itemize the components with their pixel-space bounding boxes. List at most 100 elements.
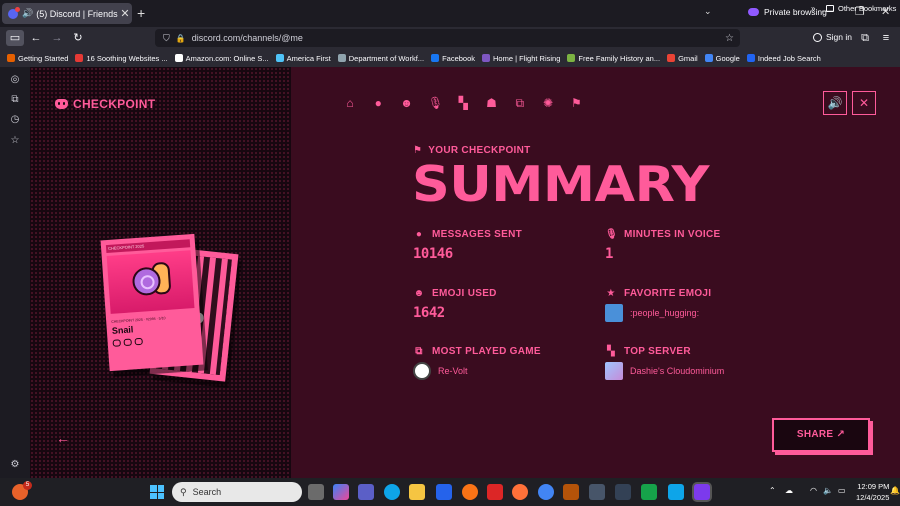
teams-icon[interactable] bbox=[358, 484, 374, 500]
store-icon[interactable] bbox=[436, 484, 452, 500]
bookmark-favicon-icon bbox=[275, 54, 284, 62]
bookmark-favicon-icon bbox=[482, 54, 490, 62]
bookmark-label: Getting Started bbox=[18, 53, 69, 63]
synced-tabs-icon[interactable]: ⧉ bbox=[9, 94, 21, 106]
bookmark-favicon-icon bbox=[7, 54, 15, 62]
notifications-icon[interactable]: 🔔 bbox=[890, 486, 900, 495]
onedrive-icon[interactable]: ☁ bbox=[785, 486, 793, 495]
file-explorer-icon[interactable] bbox=[409, 484, 425, 500]
bookmark-label: 16 Soothing Websites ... bbox=[86, 53, 168, 63]
app-icon[interactable] bbox=[641, 484, 657, 500]
folder-icon bbox=[826, 5, 834, 12]
checkpoint-nav: ⌂ ● ☻ 🎙 ▚ ☗ ⧉ ✺ ⚑ bbox=[343, 96, 598, 110]
message-bubble-icon[interactable]: ● bbox=[371, 96, 385, 110]
more-bookmarks-icon[interactable]: » bbox=[811, 4, 815, 13]
back-icon[interactable]: ← bbox=[27, 30, 45, 46]
app-icon[interactable] bbox=[668, 484, 684, 500]
url-text[interactable]: discord.com/channels/@me bbox=[192, 33, 725, 43]
history-icon[interactable]: ◷ bbox=[9, 114, 21, 126]
lock-icon[interactable]: 🔒 bbox=[176, 34, 186, 43]
bookmark-item[interactable]: Department of Workf... bbox=[337, 54, 424, 63]
bookmark-item[interactable]: Gmail bbox=[667, 54, 698, 63]
bookmark-item[interactable]: Facebook bbox=[431, 54, 475, 63]
speaker-icon[interactable]: 🔊 bbox=[22, 8, 33, 19]
close-tab-icon[interactable]: ✕ bbox=[118, 7, 132, 20]
other-bookmarks-folder[interactable]: Other Bookmarks bbox=[826, 4, 896, 13]
close-button[interactable]: ✕ bbox=[852, 91, 876, 115]
firefox-icon[interactable] bbox=[512, 484, 528, 500]
flag-icon[interactable]: ⚑ bbox=[569, 96, 583, 110]
customize-sidebar-icon[interactable]: ⚙ bbox=[9, 459, 21, 471]
bookmark-item[interactable]: 16 Soothing Websites ... bbox=[75, 53, 168, 63]
menu-icon[interactable]: ≡ bbox=[877, 30, 895, 46]
smiley-icon[interactable]: ☻ bbox=[400, 96, 414, 110]
gamepad-icon: ⧉ bbox=[415, 346, 423, 357]
page-title: SUMMARY bbox=[412, 156, 710, 213]
copilot-icon[interactable] bbox=[333, 484, 349, 500]
card-panel: CHECKPOINT CHECKPOINT 2025 CHECKPOINT 20… bbox=[30, 67, 291, 478]
taskbar-search[interactable]: ⚲ Search bbox=[172, 482, 302, 502]
message-bubble-icon: ● bbox=[415, 229, 423, 240]
bookmarks-icon[interactable]: ☆ bbox=[9, 135, 21, 147]
home-icon[interactable]: ⌂ bbox=[343, 96, 357, 110]
app-icon[interactable] bbox=[615, 484, 631, 500]
stat-value: :people_hugging: bbox=[630, 308, 700, 318]
friends-icon[interactable]: ☗ bbox=[484, 96, 498, 110]
badge-icon bbox=[123, 338, 132, 347]
stat-label: TOP SERVER bbox=[624, 346, 691, 357]
task-view-icon[interactable] bbox=[308, 484, 324, 500]
edge-icon[interactable] bbox=[384, 484, 400, 500]
list-tabs-icon[interactable]: ⌄ bbox=[704, 6, 712, 17]
bookmark-item[interactable]: Indeed Job Search bbox=[746, 53, 821, 63]
new-tab-icon[interactable]: + bbox=[137, 5, 145, 21]
microphone-icon: 🎙 bbox=[605, 229, 618, 240]
taskbar-clock[interactable]: 12:09 PM 12/4/2025 bbox=[856, 481, 889, 503]
app-icon[interactable] bbox=[563, 484, 579, 500]
stat-label: FAVORITE EMOJI bbox=[624, 288, 712, 299]
badge-icon bbox=[112, 339, 121, 347]
battery-icon[interactable]: ▭ bbox=[838, 486, 846, 495]
share-button[interactable]: SHARE ↗ bbox=[772, 418, 870, 452]
sign-in-button[interactable]: Sign in bbox=[813, 32, 852, 42]
search-icon: ⚲ bbox=[180, 486, 187, 497]
tab-discord[interactable]: 🔊 (5) Discord | Friends ✕ bbox=[2, 3, 132, 24]
star-icon: ★ bbox=[606, 288, 616, 299]
bookmark-item[interactable]: Getting Started bbox=[7, 54, 68, 63]
bookmark-item[interactable]: America First bbox=[275, 54, 331, 63]
sidebar-toggle-icon[interactable]: ▭ bbox=[6, 30, 24, 46]
photos-icon[interactable] bbox=[462, 484, 478, 500]
bookmark-item[interactable]: Google bbox=[704, 54, 740, 63]
volume-icon[interactable]: 🔈 bbox=[823, 486, 833, 495]
start-button-icon[interactable] bbox=[150, 485, 164, 499]
bookmark-favicon-icon bbox=[174, 54, 183, 62]
checkpoint-page: CHECKPOINT CHECKPOINT 2025 CHECKPOINT 20… bbox=[30, 67, 900, 478]
wifi-icon[interactable]: ◠ bbox=[810, 486, 817, 495]
cards-icon[interactable]: ▚ bbox=[456, 96, 470, 110]
reload-icon[interactable]: ↻ bbox=[69, 30, 87, 46]
mcafee-icon[interactable] bbox=[487, 484, 503, 500]
bookmark-item[interactable]: Home | Flight Rising bbox=[482, 54, 560, 63]
bookmark-star-icon[interactable]: ☆ bbox=[725, 33, 734, 44]
bookmark-item[interactable]: Amazon.com: Online S... bbox=[174, 53, 269, 63]
tray-chevron-icon[interactable]: ⌃ bbox=[769, 486, 776, 495]
ai-chatbot-icon[interactable]: ◎ bbox=[9, 74, 21, 86]
bookmark-item[interactable]: Free Family History an... bbox=[567, 54, 660, 63]
back-arrow-icon[interactable]: ← bbox=[56, 430, 70, 446]
stat-value: 10146 bbox=[413, 246, 453, 262]
gamepad-icon[interactable]: ⧉ bbox=[513, 96, 527, 110]
private-firefox-icon[interactable] bbox=[694, 484, 710, 500]
url-bar[interactable]: ⛉ 🔒 discord.com/channels/@me ☆ bbox=[155, 29, 740, 47]
snail-card[interactable]: CHECKPOINT 2025 CHECKPOINT 2025 · #2094 … bbox=[100, 233, 204, 372]
microphone-icon[interactable]: 🎙 bbox=[428, 96, 443, 110]
weather-widget-icon[interactable]: 5 bbox=[12, 481, 32, 500]
bookmark-label: Indeed Job Search bbox=[757, 53, 821, 63]
bookmark-label: Amazon.com: Online S... bbox=[185, 53, 269, 63]
gear-badge-icon[interactable]: ✺ bbox=[541, 96, 555, 110]
sound-toggle-button[interactable]: 🔊 bbox=[823, 91, 847, 115]
tracking-shield-icon[interactable]: ⛉ bbox=[163, 33, 170, 44]
private-browsing-label: Private browsing bbox=[764, 7, 827, 17]
forward-icon[interactable]: → bbox=[48, 30, 66, 46]
chrome-icon[interactable] bbox=[538, 484, 554, 500]
extensions-icon[interactable]: ⧉ bbox=[856, 30, 874, 46]
app-icon[interactable] bbox=[589, 484, 605, 500]
